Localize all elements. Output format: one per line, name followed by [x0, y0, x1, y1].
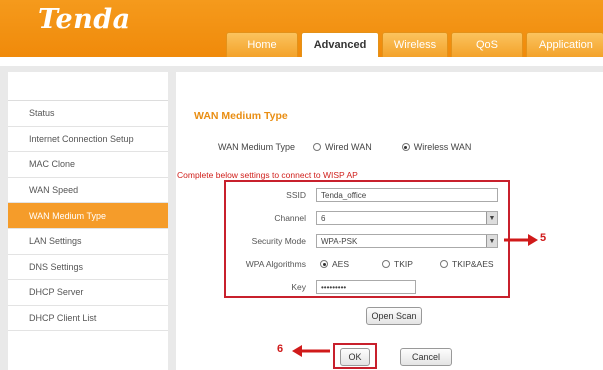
- sidebar: Status Internet Connection Setup MAC Clo…: [8, 72, 168, 370]
- tab-application[interactable]: Application: [526, 32, 603, 57]
- sidebar-item-mac-clone[interactable]: MAC Clone: [8, 152, 168, 178]
- cancel-button[interactable]: Cancel: [400, 348, 452, 366]
- arrow-left-icon: [292, 345, 330, 357]
- highlight-box-form: [224, 180, 510, 298]
- arrow-right-icon: [504, 234, 538, 246]
- sidebar-item-wan-medium-type[interactable]: WAN Medium Type: [8, 203, 168, 229]
- sidebar-item-dhcp-client-list[interactable]: DHCP Client List: [8, 306, 168, 332]
- open-scan-button[interactable]: Open Scan: [366, 307, 422, 325]
- tab-qos[interactable]: QoS: [451, 32, 523, 57]
- brand-logo: Tenda: [38, 4, 131, 35]
- wireless-wan-radio[interactable]: [401, 143, 410, 151]
- notice-text: Complete below settings to connect to WI…: [177, 170, 358, 180]
- sidebar-item-status[interactable]: Status: [8, 101, 168, 127]
- header-bar: Tenda Home Advanced Wireless QoS Applica…: [0, 0, 603, 57]
- tab-advanced[interactable]: Advanced: [301, 32, 379, 57]
- wireless-wan-label: Wireless WAN: [413, 142, 472, 152]
- tab-wireless[interactable]: Wireless: [382, 32, 448, 57]
- sidebar-item-dhcp-server[interactable]: DHCP Server: [8, 280, 168, 306]
- wan-medium-label: WAN Medium Type: [218, 142, 296, 152]
- main-content: WAN Medium Type WAN Medium Type Wired WA…: [176, 72, 603, 370]
- highlight-box-ok: [333, 343, 377, 369]
- sidebar-item-wan-speed[interactable]: WAN Speed: [8, 178, 168, 204]
- callout-6: 6: [277, 343, 284, 355]
- main-nav: Home Advanced Wireless QoS Application: [226, 32, 603, 57]
- tab-home[interactable]: Home: [226, 32, 298, 57]
- sidebar-item-dns-settings[interactable]: DNS Settings: [8, 255, 168, 281]
- callout-5: 5: [540, 232, 547, 244]
- sidebar-item-internet-connection-setup[interactable]: Internet Connection Setup: [8, 127, 168, 153]
- wan-medium-row: WAN Medium Type Wired WAN Wireless WAN: [218, 142, 471, 152]
- wired-wan-label: Wired WAN: [325, 142, 372, 152]
- page-title: WAN Medium Type: [194, 110, 288, 122]
- wired-wan-radio[interactable]: [313, 143, 322, 151]
- sidebar-item-lan-settings[interactable]: LAN Settings: [8, 229, 168, 255]
